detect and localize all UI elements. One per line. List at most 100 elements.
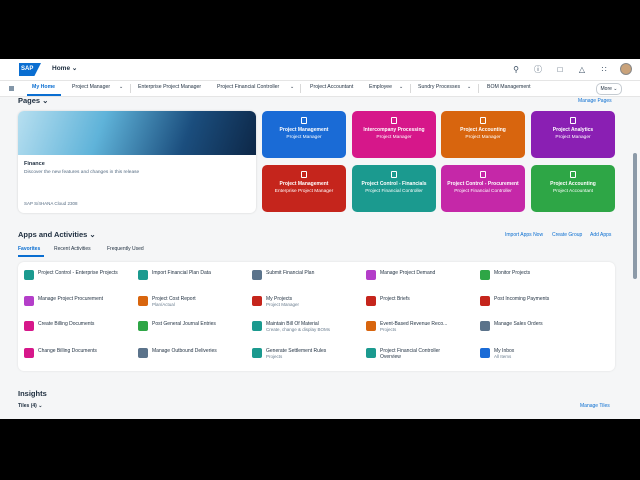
app-icon <box>366 321 376 331</box>
app-icon <box>24 296 34 306</box>
tab-separator <box>478 84 479 93</box>
app-item[interactable]: Manage Project Procurement <box>24 296 103 306</box>
tab-recent-activities[interactable]: Recent Activities <box>54 246 91 252</box>
manage-pages-link[interactable]: Manage Pages <box>578 98 612 104</box>
page-tile[interactable]: Intercompany Processing Project Manager <box>352 111 436 158</box>
app-item[interactable]: My Inbox All Items <box>480 348 514 359</box>
app-name: Project Briefs <box>380 296 410 302</box>
chat-icon[interactable]: □ <box>554 63 566 75</box>
chevron-down-icon[interactable]: ⌄ <box>290 84 294 90</box>
search-icon[interactable]: ⚲ <box>510 63 522 75</box>
page-icon <box>480 117 486 124</box>
news-card[interactable]: Finance Discover the new features and ch… <box>18 111 256 213</box>
app-item[interactable]: Project Cost Report Plan/Actual <box>138 296 196 307</box>
page-tile[interactable]: Project Accounting Project Manager <box>441 111 525 158</box>
news-description: Discover the new features and changes in… <box>24 170 140 175</box>
tile-title: Project Management <box>279 127 329 133</box>
page-tile[interactable]: Project Accounting Project Accountant <box>531 165 615 212</box>
app-item[interactable]: Project Control - Enterprise Projects <box>24 270 118 280</box>
tab-bom-management[interactable]: BOM Management <box>487 84 531 90</box>
tab-frequently-used[interactable]: Frequently Used <box>107 246 144 252</box>
home-menu[interactable]: Home ⌄ <box>52 64 77 72</box>
chevron-down-icon[interactable]: ⌄ <box>399 84 403 90</box>
chevron-down-icon[interactable]: ⌄ <box>119 84 123 90</box>
app-name: Submit Financial Plan <box>266 270 315 276</box>
app-icon <box>24 348 34 358</box>
app-text: Post Incoming Payments <box>494 296 549 302</box>
app-text: Post General Journal Entries <box>152 321 216 327</box>
tab-project-manager[interactable]: Project Manager <box>72 84 110 90</box>
create-group-link[interactable]: Create Group <box>552 232 582 238</box>
tab-favorites[interactable]: Favorites <box>18 246 40 252</box>
manage-tiles-link[interactable]: Manage Tiles <box>580 403 610 409</box>
app-text: Monitor Projects <box>494 270 530 276</box>
add-apps-link[interactable]: Add Apps <box>590 232 611 238</box>
page-scrollbar[interactable] <box>633 153 637 279</box>
app-item[interactable]: Event-Based Revenue Reco... Projects <box>366 321 447 332</box>
page-icon <box>391 117 397 124</box>
page-tile[interactable]: Project Analytics Project Manager <box>531 111 615 158</box>
app-item[interactable]: Create Billing Documents <box>24 321 94 331</box>
app-icon <box>480 296 490 306</box>
page-tile[interactable]: Project Management Project Manager <box>262 111 346 158</box>
tab-project-financial-controller[interactable]: Project Financial Controller <box>217 84 279 90</box>
app-text: Create Billing Documents <box>38 321 94 327</box>
app-item[interactable]: Maintain Bill Of Material Create, change … <box>252 321 330 332</box>
grid-icon[interactable]: ∷ <box>598 63 610 75</box>
tile-subtitle: Project Manager <box>286 135 322 140</box>
sap-logo[interactable]: SAP <box>19 63 41 76</box>
app-icon <box>480 348 490 358</box>
tile-title: Project Accounting <box>550 181 596 187</box>
app-subtitle: Create, change & display BOMs <box>266 327 331 332</box>
page-tile[interactable]: Project Control - Procurement Project Fin… <box>441 165 525 212</box>
app-icon <box>24 321 34 331</box>
import-apps-link[interactable]: Import Apps Now <box>505 232 543 238</box>
tile-title: Project Accounting <box>460 127 506 133</box>
app-item[interactable]: Project Briefs <box>366 296 410 306</box>
app-item[interactable]: Manage Sales Orders <box>480 321 543 331</box>
app-item[interactable]: Manage Project Demand <box>366 270 435 280</box>
app-item[interactable]: Project Financial Controller Overview <box>366 348 460 360</box>
chevron-down-icon[interactable]: ⌄ <box>467 84 471 90</box>
pages-title[interactable]: Pages ⌄ <box>18 96 48 105</box>
tab-sundry-processes[interactable]: Sundry Processes <box>418 84 460 90</box>
tab-my-home[interactable]: My Home <box>32 84 55 90</box>
apps-title[interactable]: Apps and Activities ⌄ <box>18 230 96 239</box>
app-item[interactable]: Submit Financial Plan <box>252 270 314 280</box>
avatar[interactable] <box>620 63 632 75</box>
app-item[interactable]: Change Billing Documents <box>24 348 97 358</box>
app-item[interactable]: Monitor Projects <box>480 270 530 280</box>
app-item[interactable]: My Projects Project Manager <box>252 296 299 307</box>
tile-subtitle: Project Manager <box>465 135 501 140</box>
app-item[interactable]: Post Incoming Payments <box>480 296 549 306</box>
app-name: Post Incoming Payments <box>494 296 550 302</box>
tab-separator <box>410 84 411 93</box>
tab-enterprise-project-manager[interactable]: Enterprise Project Manager <box>138 84 201 90</box>
insights-tiles-toggle[interactable]: Tiles (4) ⌄ <box>18 403 42 409</box>
tile-title: Project Management <box>279 181 329 187</box>
notifications-icon[interactable]: △ <box>576 63 588 75</box>
app-text: Manage Sales Orders <box>494 321 543 327</box>
app-text: Change Billing Documents <box>38 348 97 354</box>
page-tile[interactable]: Project Management Enterprise Project Man… <box>262 165 346 212</box>
app-text: Manage Project Procurement <box>38 296 103 302</box>
page-tile[interactable]: Project Control - Financials Project Fina… <box>352 165 436 212</box>
app-item[interactable]: Manage Outbound Deliveries <box>138 348 217 358</box>
menu-icon[interactable] <box>9 86 14 91</box>
tile-subtitle: Enterprise Project Manager <box>274 189 334 194</box>
app-icon <box>366 348 376 358</box>
help-icon[interactable]: ⓘ <box>532 63 544 75</box>
app-text: Project Cost Report Plan/Actual <box>152 296 196 307</box>
app-item[interactable]: Post General Journal Entries <box>138 321 216 331</box>
tile-title: Project Control - Financials <box>361 181 427 187</box>
app-item[interactable]: Generate Settlement Rules Projects <box>252 348 326 359</box>
app-name: Change Billing Documents <box>38 348 97 354</box>
app-item[interactable]: Import Financial Plan Data <box>138 270 211 280</box>
tab-project-accountant[interactable]: Project Accountant <box>310 84 353 90</box>
app-text: Maintain Bill Of Material Create, change … <box>266 321 330 332</box>
page-icon <box>570 171 576 178</box>
app-text: Manage Outbound Deliveries <box>152 348 217 354</box>
tab-employee[interactable]: Employee <box>369 84 392 90</box>
app-text: My Projects Project Manager <box>266 296 299 307</box>
more-button[interactable]: More ⌄ <box>596 83 622 95</box>
